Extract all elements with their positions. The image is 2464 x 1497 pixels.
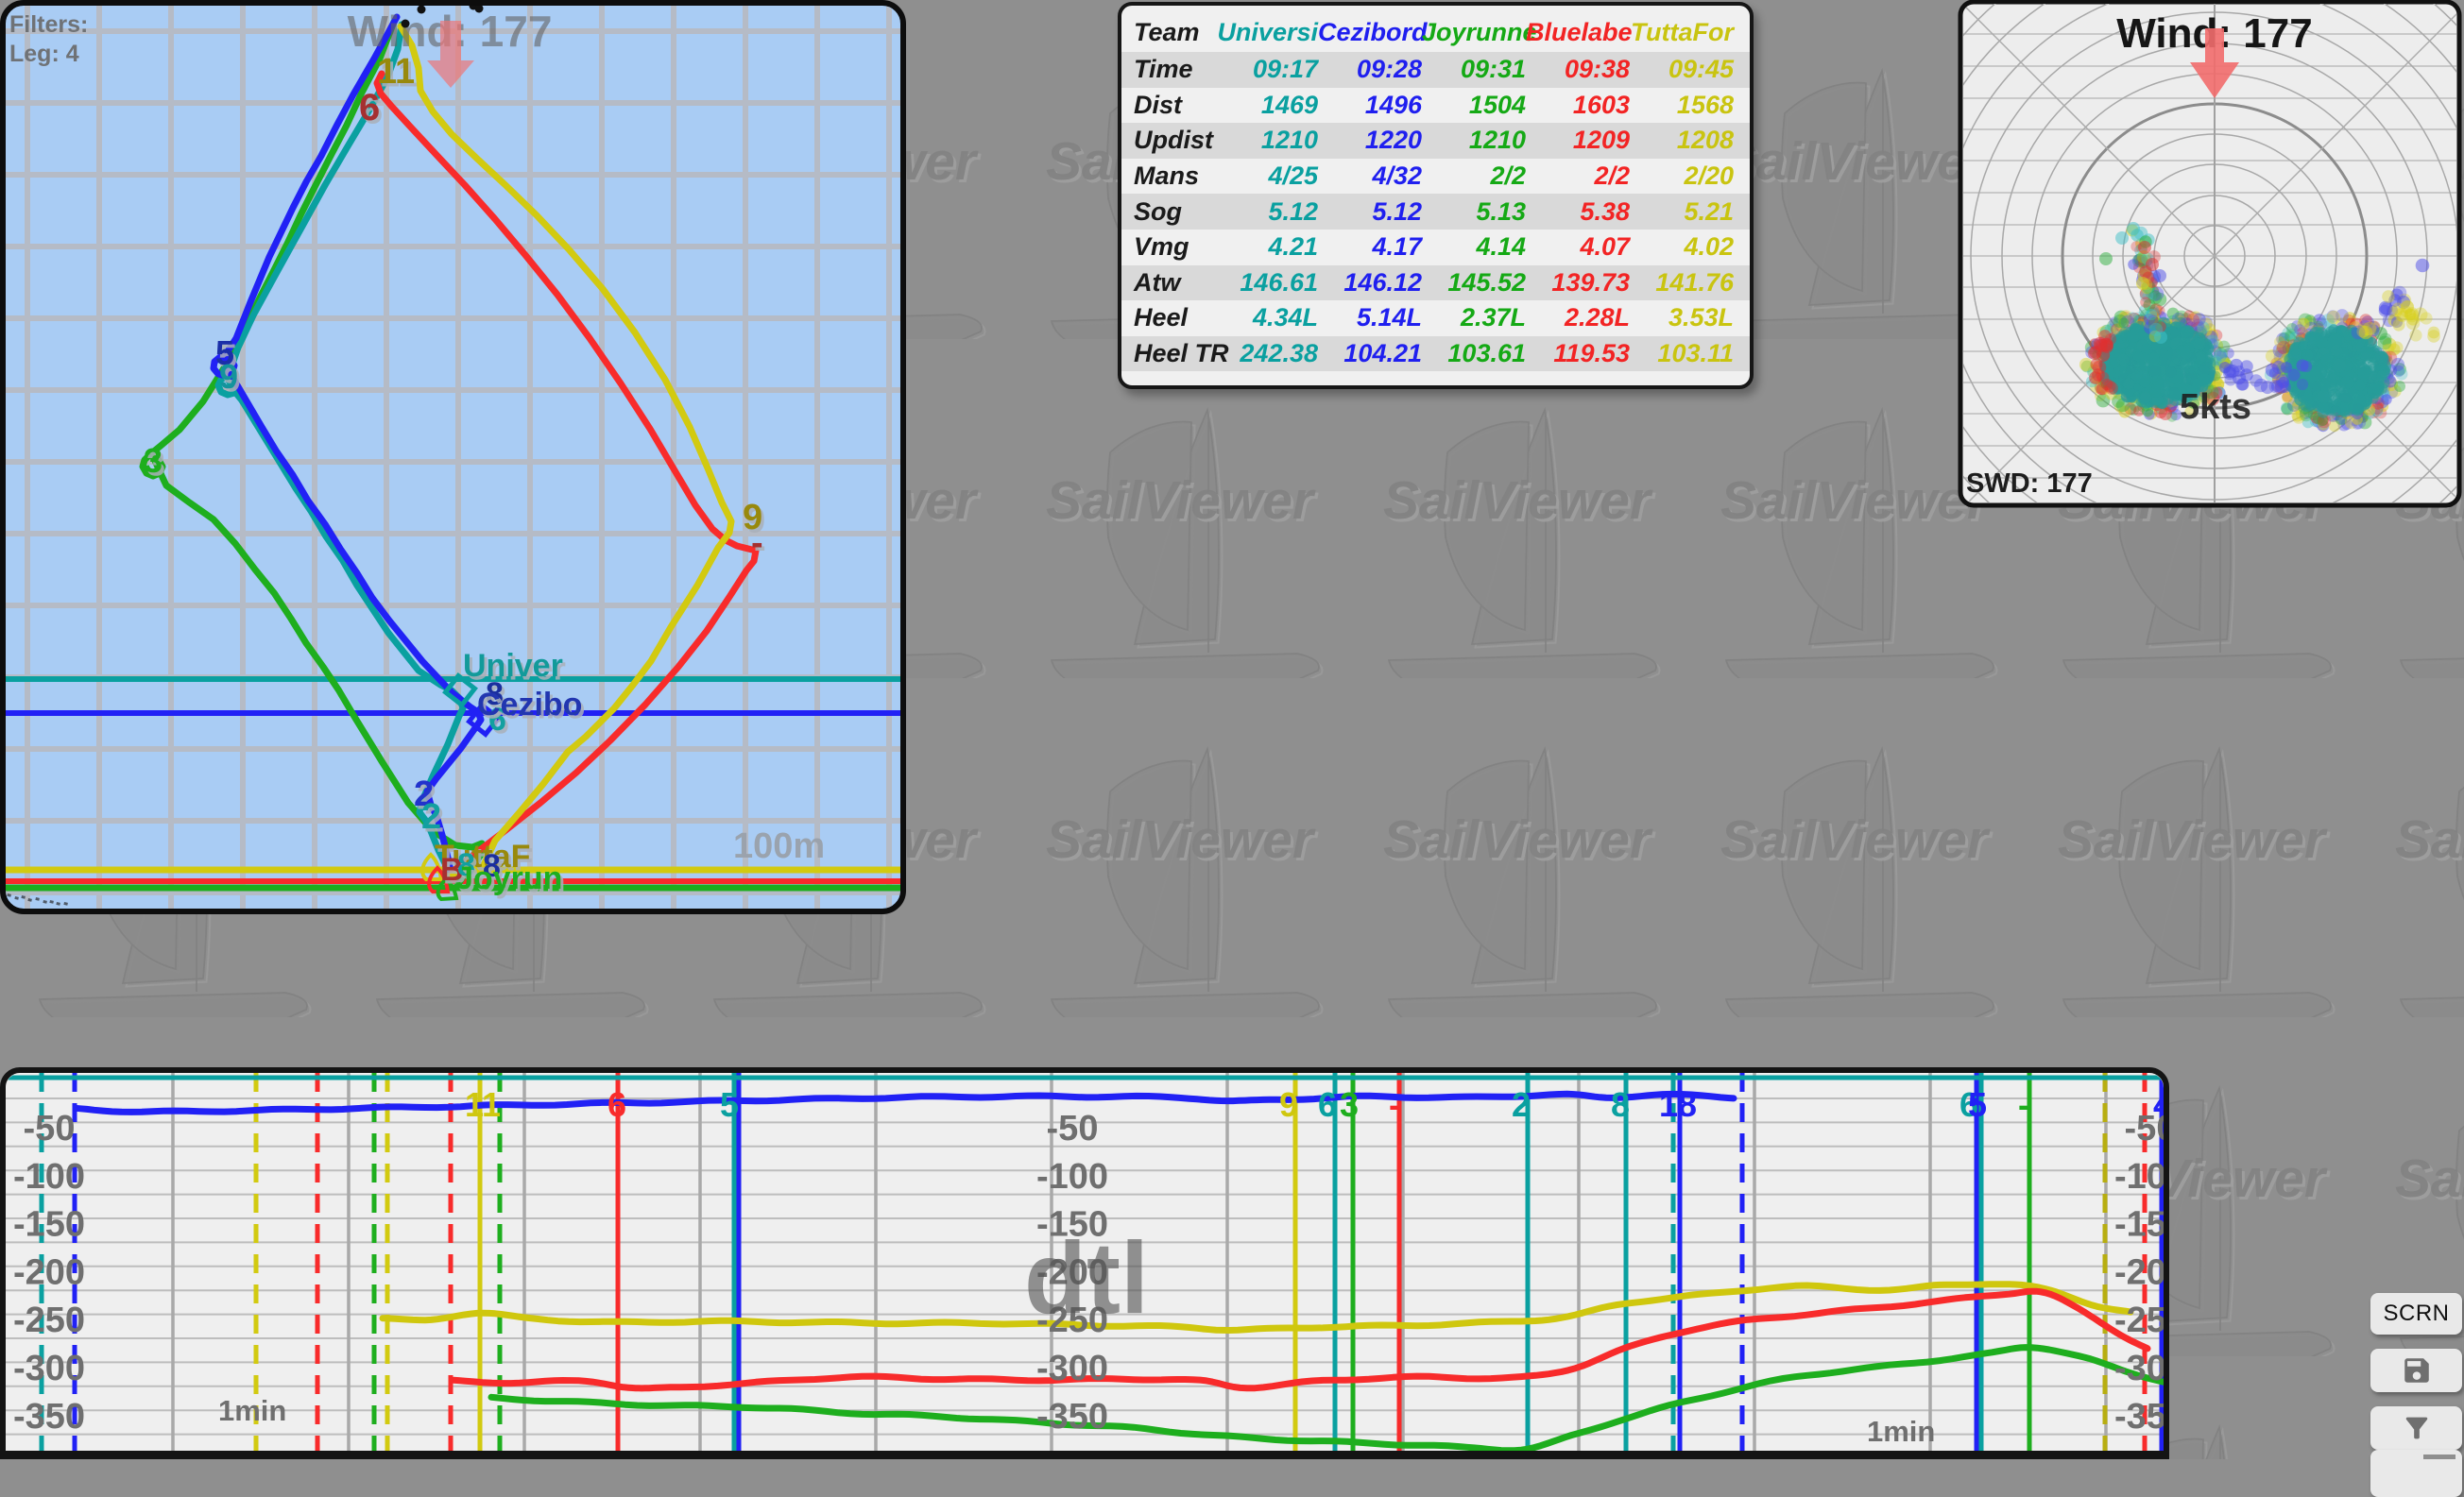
svg-text:100m: 100m: [733, 826, 825, 866]
svg-text:-50: -50: [1047, 1109, 1099, 1148]
svg-text:dtl: dtl: [1024, 1220, 1149, 1335]
svg-text:-100: -100: [13, 1157, 85, 1197]
svg-text:-50: -50: [24, 1109, 76, 1148]
svg-text:2: 2: [421, 797, 441, 837]
svg-text:-100: -100: [1036, 1157, 1108, 1197]
svg-text:-200: -200: [13, 1252, 85, 1292]
svg-text:Cezibo: Cezibo: [477, 687, 582, 723]
svg-text:-350: -350: [13, 1397, 85, 1437]
svg-text:2: 2: [1512, 1085, 1531, 1124]
svg-text:-250: -250: [13, 1301, 85, 1340]
svg-text:Univer: Univer: [463, 648, 563, 684]
svg-text:-150: -150: [13, 1205, 85, 1245]
svg-text:Leg: 4: Leg: 4: [9, 41, 79, 67]
svg-text:5kts: 5kts: [2180, 387, 2251, 427]
svg-text:-350: -350: [1036, 1397, 1108, 1437]
svg-text:SWD: 177: SWD: 177: [1966, 468, 2093, 499]
svg-text:4: 4: [2153, 1085, 2172, 1124]
svg-text:1min: 1min: [1867, 1415, 1935, 1448]
svg-text:18: 18: [1659, 1085, 1697, 1124]
svg-text:6: 6: [1318, 1085, 1337, 1124]
svg-text:5: 5: [720, 1085, 739, 1124]
svg-text:5: 5: [1968, 1085, 1987, 1124]
svg-text:-: -: [1389, 1085, 1400, 1124]
svg-text:3: 3: [1340, 1085, 1359, 1124]
svg-text:9: 9: [219, 357, 238, 396]
svg-text:11: 11: [465, 1085, 501, 1124]
svg-text:-: -: [2018, 1085, 2029, 1124]
svg-text:Joyrun: Joyrun: [455, 860, 562, 896]
svg-text:8: 8: [1611, 1085, 1630, 1124]
svg-text:-300: -300: [1036, 1349, 1108, 1388]
svg-text:-: -: [751, 523, 763, 563]
svg-text:11: 11: [377, 52, 415, 92]
svg-text:6: 6: [359, 87, 380, 128]
svg-text:Filters:: Filters:: [9, 11, 88, 38]
svg-text:6: 6: [607, 1085, 626, 1124]
svg-text:1min: 1min: [218, 1394, 286, 1427]
svg-text:3: 3: [144, 441, 163, 480]
svg-text:-300: -300: [13, 1349, 85, 1388]
svg-text:9: 9: [1279, 1085, 1298, 1124]
